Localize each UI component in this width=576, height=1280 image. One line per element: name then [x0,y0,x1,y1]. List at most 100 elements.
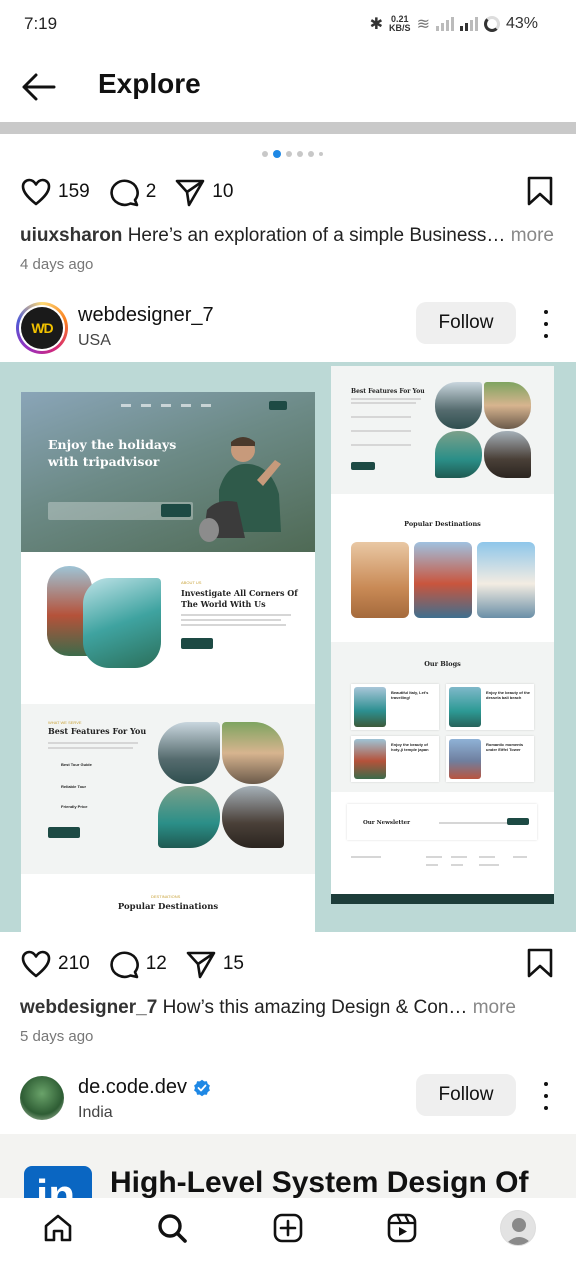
mockup-section-features: WHAT WE SERVE Best Features For You Best… [21,704,315,874]
heart-icon [21,178,51,206]
status-icons: ✱ 0.21 KB/S ≋ 43% [370,14,538,34]
mockup-button [48,827,80,838]
mockup-login-button [269,401,287,410]
mockup-explore-button [161,504,191,517]
caption-more[interactable]: more [511,225,554,246]
carousel-dot [319,152,323,156]
post2-header: WD webdesigner_7 USA Follow [0,298,576,364]
text-line [181,614,291,616]
carousel-indicator [262,150,323,158]
text-line [426,864,438,866]
caption-username[interactable]: uiuxsharon [20,225,122,246]
like-button[interactable]: 210 [20,948,90,980]
status-bar: 7:19 ✱ 0.21 KB/S ≋ 43% [0,0,576,50]
comment-count: 2 [145,181,157,202]
caption-more[interactable]: more [473,997,516,1018]
avatar[interactable] [20,1076,64,1120]
text-line [513,856,527,858]
post3-image-preview[interactable]: in High-Level System Design Of [0,1134,576,1198]
share-button[interactable]: 15 [185,948,244,980]
page-title: Explore [98,68,201,99]
top-bar: Explore [0,50,576,122]
bookmark-icon[interactable] [526,947,554,979]
location[interactable]: USA [78,332,111,350]
network-speed-unit: KB/S [389,23,411,33]
blog-title: Beautiful Italy, Let's travelling! [391,690,429,700]
mockup-nav [121,404,291,410]
group-image [484,431,531,478]
previous-post-image[interactable] [0,122,576,134]
text-line [351,444,411,446]
mockup-right-newsletter: Our Newsletter [331,798,554,848]
post2-timestamp: 5 days ago [20,1028,94,1045]
mockup-tag: DESTINATIONS [151,894,181,899]
mockup-hero: Enjoy the holidays with tripadvisor [21,392,315,552]
profile-avatar[interactable] [500,1210,536,1246]
mockup-right-page: Best Features For You Popular Destinatio… [331,366,554,904]
blog-title: Enjoy the beauty of hoty-ji temple japan [391,742,429,752]
linkedin-logo: in [24,1166,92,1198]
carousel-dot [297,151,303,157]
username-row: de.code.dev [78,1076,211,1099]
post-image[interactable]: Enjoy the holidays with tripadvisor ABOU… [0,362,576,932]
reels-icon[interactable] [386,1212,418,1244]
text-line [351,402,416,404]
home-icon[interactable] [42,1212,74,1244]
follow-button[interactable]: Follow [416,302,516,344]
more-options-icon[interactable] [540,1082,552,1110]
blog-image [354,687,386,727]
group-image [222,786,284,848]
caption-username[interactable]: webdesigner_7 [20,997,157,1018]
share-count: 10 [212,181,234,202]
blog-image [449,739,481,779]
mockup-popular-title: Popular Destinations [117,902,219,912]
carousel-dot [308,151,314,157]
more-options-icon[interactable] [540,310,552,338]
friends-image [222,722,284,784]
avatar-logo: WD [21,307,63,349]
bookmark-icon[interactable] [526,175,554,207]
avatar[interactable]: WD [16,302,68,354]
like-button[interactable]: 159 [20,176,90,208]
boat-image [158,786,220,848]
username[interactable]: webdesigner_7 [78,304,214,327]
follow-button[interactable]: Follow [416,1074,516,1116]
create-post-icon[interactable] [272,1212,304,1244]
signal-icon-2 [459,17,478,31]
username[interactable]: de.code.dev [78,1076,187,1099]
blog-card: Enjoy the beauty of hoty-ji temple japan [351,736,439,782]
post2-actions: 210 12 15 [20,947,560,981]
post2-caption[interactable]: webdesigner_7 How’s this amazing Design … [20,997,560,1019]
text-line [181,624,286,626]
friends-image [484,382,531,429]
status-time: 7:19 [24,14,58,33]
post1-caption[interactable]: uiuxsharon Here’s an exploration of a si… [20,225,560,247]
mockup-section-explore: ABOUT US Investigate All Corners Of The … [21,552,315,702]
comment-button[interactable]: 2 [108,176,157,208]
carousel-dot [262,151,268,157]
mockup-right-blogs: Our Blogs Beautiful Italy, Let's travell… [331,642,554,792]
text-line [451,864,463,866]
mockup-right-features: Best Features For You [331,366,554,494]
text-line [351,856,381,858]
mockup-left-page: Enjoy the holidays with tripadvisor ABOU… [21,392,315,932]
battery-percent: 43% [505,15,538,32]
wifi-icon: ≋ [416,16,430,33]
venice-image [414,542,472,618]
comment-icon [110,951,139,979]
network-speed: 0.21 KB/S [389,15,411,33]
caption-text: How’s this amazing Design & Con… [162,997,468,1018]
location[interactable]: India [78,1104,113,1122]
blog-card: Beautiful Italy, Let's travelling! [351,684,439,730]
post3-title: High-Level System Design Of [110,1166,529,1198]
share-count: 15 [222,953,244,974]
text-line [48,742,138,744]
comment-button[interactable]: 12 [108,948,167,980]
back-arrow-icon[interactable] [20,72,56,102]
mockup-blogs-title: Our Blogs [424,660,461,668]
newsletter-card: Our Newsletter [347,804,537,840]
search-icon[interactable] [156,1212,188,1244]
mockup-right-popular: Popular Destinations [331,500,554,636]
share-button[interactable]: 10 [174,176,233,208]
caption-text: Here’s an exploration of a simple Busine… [127,225,506,246]
